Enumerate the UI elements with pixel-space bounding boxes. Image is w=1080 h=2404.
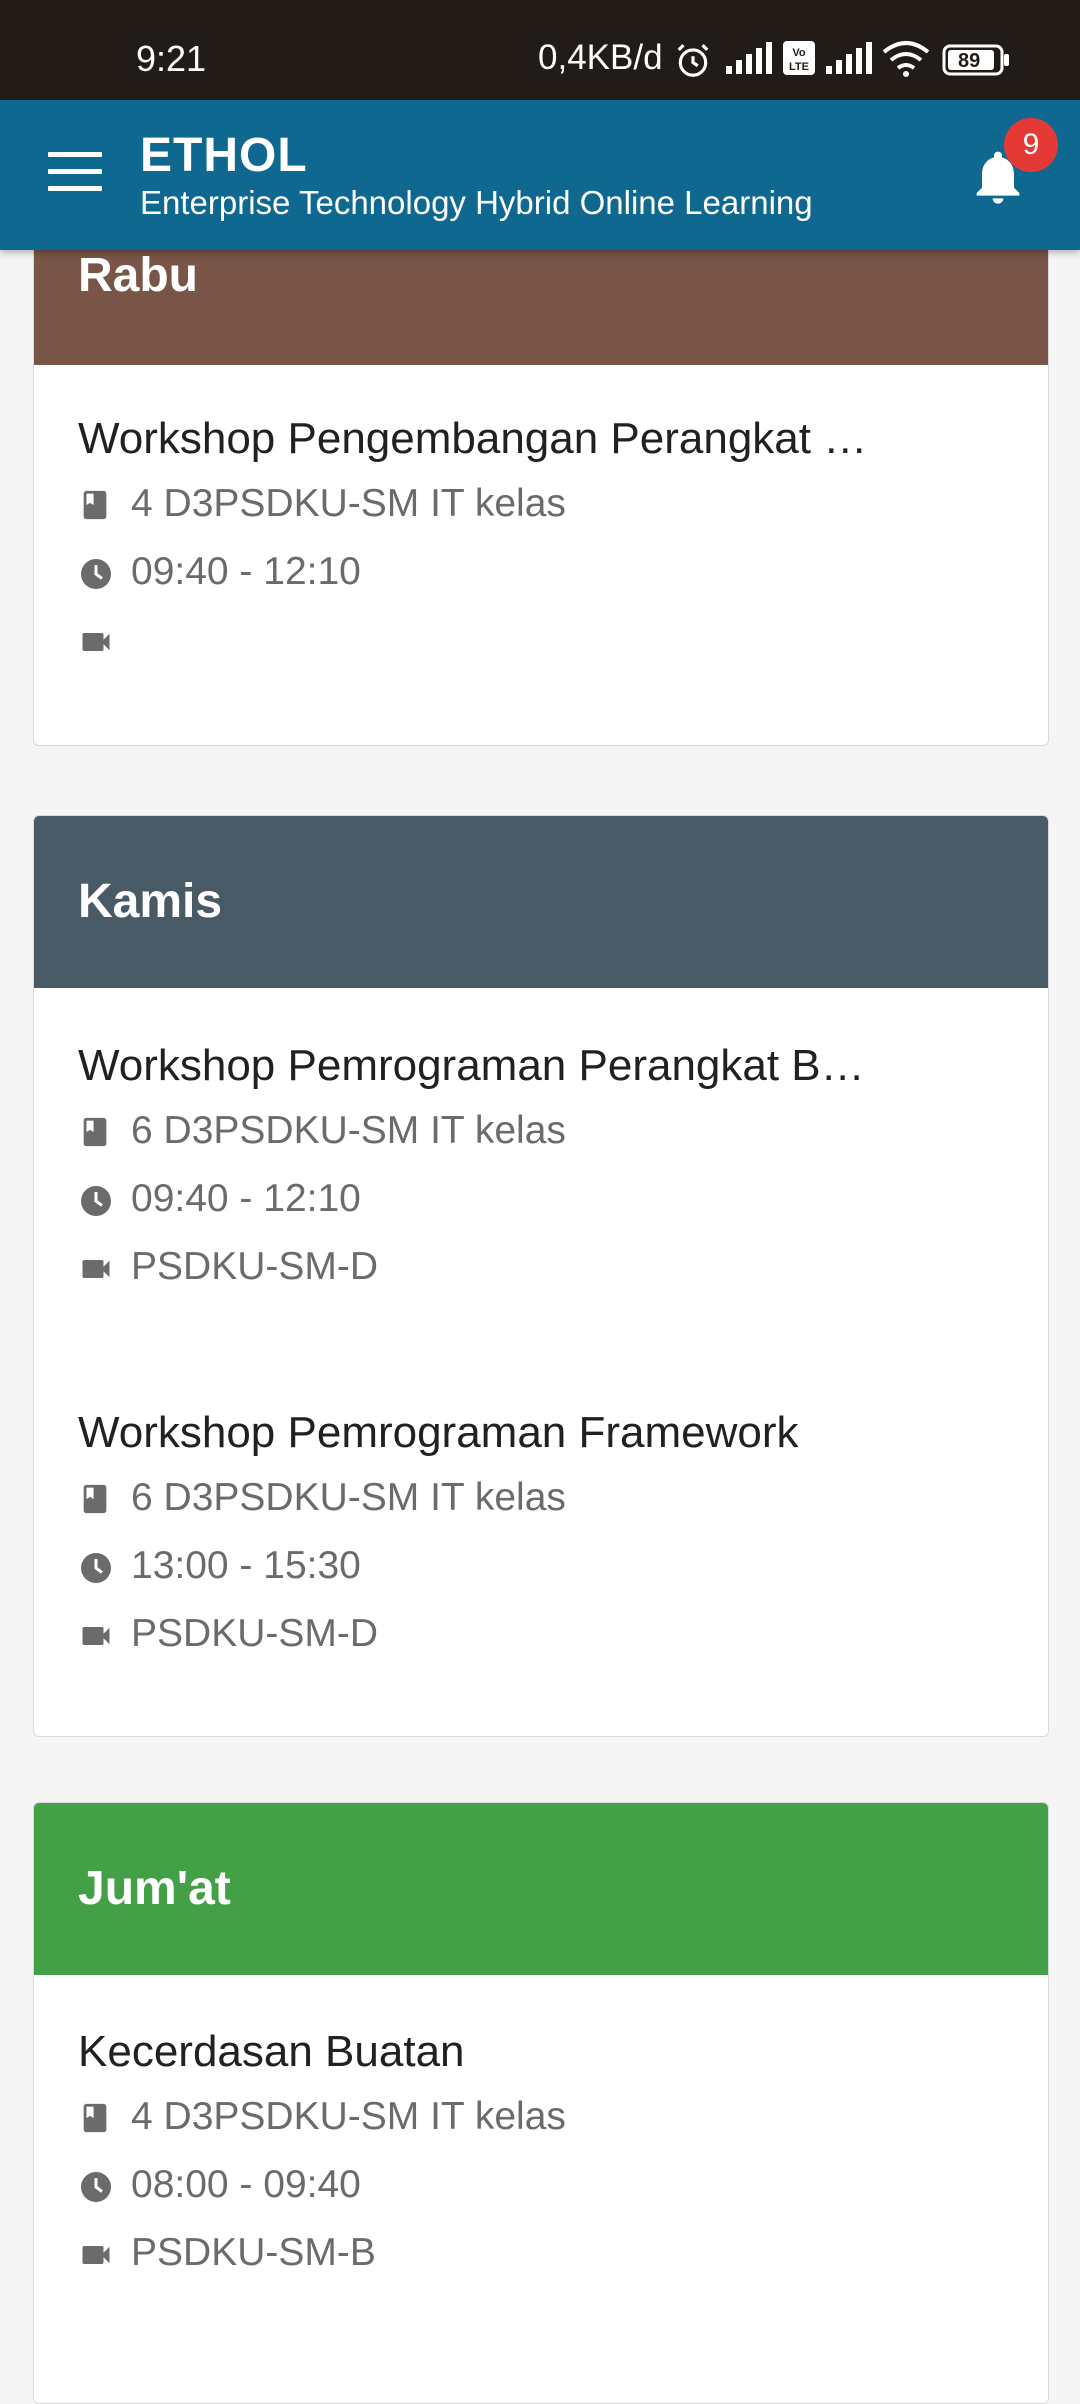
class-time: 13:00 - 15:30: [131, 1544, 361, 1587]
room-name: PSDKU-SM-D: [131, 1612, 379, 1655]
room-info: PSDKU-SM-D: [78, 1600, 1008, 1668]
time-info: 08:00 - 09:40: [78, 2151, 1008, 2219]
battery-level: 89: [958, 50, 981, 72]
day-label: Jum'at: [78, 1862, 231, 1915]
menu-button[interactable]: [48, 152, 102, 194]
day-header: Jum'at: [34, 1803, 1048, 1975]
book-icon: [83, 490, 107, 520]
notification-badge: 9: [1004, 118, 1058, 172]
day-card-rabu: Rabu Workshop Pengembangan Perangkat … 4…: [33, 190, 1049, 746]
volte-icon: Vo LTE: [783, 41, 815, 75]
day-header: Kamis: [34, 816, 1048, 988]
clock-icon: [81, 2172, 111, 2202]
class-info: 4 D3PSDKU-SM IT kelas: [78, 470, 1008, 538]
book-icon: [83, 1484, 107, 1514]
class-info: 4 D3PSDKU-SM IT kelas: [78, 2083, 1008, 2151]
network-speed: 0,4KB/d: [538, 38, 663, 77]
class-info: 6 D3PSDKU-SM IT kelas: [78, 1097, 1008, 1165]
alarm-icon: [677, 44, 709, 77]
app-subtitle: Enterprise Technology Hybrid Online Lear…: [140, 184, 813, 221]
course-name: Workshop Pemrograman Perangkat B…: [78, 1041, 865, 1090]
videocam-icon: [82, 1260, 110, 1278]
svg-text:LTE: LTE: [789, 61, 809, 73]
wifi-icon: [882, 41, 930, 77]
class-name: 6 D3PSDKU-SM IT kelas: [131, 1109, 566, 1152]
signal-icon: [726, 42, 772, 74]
class-entry[interactable]: Workshop Pemrograman Perangkat B… 6 D3PS…: [78, 1041, 1008, 1301]
signal-icon: [826, 42, 872, 74]
class-time: 09:40 - 12:10: [131, 1177, 361, 1220]
videocam-icon: [82, 633, 110, 651]
clock-icon: [81, 1553, 111, 1583]
hamburger-icon: [48, 152, 102, 157]
videocam-icon: [82, 2246, 110, 2264]
room-info: PSDKU-SM-B: [78, 2219, 1008, 2287]
day-card-kamis: Kamis Workshop Pemrograman Perangkat B… …: [33, 815, 1049, 1737]
hamburger-icon-line: [48, 186, 102, 191]
class-info: 6 D3PSDKU-SM IT kelas: [78, 1464, 1008, 1532]
day-label: Kamis: [78, 875, 223, 928]
class-entry[interactable]: Workshop Pengembangan Perangkat … 4 D3PS…: [78, 414, 1008, 674]
class-time: 09:40 - 12:10: [131, 550, 361, 593]
app-bar: ETHOL Enterprise Technology Hybrid Onlin…: [0, 100, 1080, 250]
day-label: Rabu: [78, 249, 198, 302]
course-name: Workshop Pengembangan Perangkat …: [78, 414, 868, 463]
class-time: 08:00 - 09:40: [131, 2163, 361, 2206]
videocam-icon: [82, 1627, 110, 1645]
room-info: PSDKU-SM-D: [78, 1233, 1008, 1301]
status-time: 9:21: [136, 38, 207, 79]
course-name: Kecerdasan Buatan: [78, 2027, 465, 2076]
status-bar: 9:21 0,4KB/d Vo LTE 89: [0, 0, 1080, 100]
day-card-jumat: Jum'at Kecerdasan Buatan 4 D3PSDKU-SM IT…: [33, 1802, 1049, 2404]
class-name: 4 D3PSDKU-SM IT kelas: [131, 2095, 566, 2138]
course-name: Workshop Pemrograman Framework: [78, 1408, 799, 1457]
time-info: 09:40 - 12:10: [78, 538, 1008, 606]
class-name: 4 D3PSDKU-SM IT kelas: [131, 482, 566, 525]
book-icon: [83, 2103, 107, 2133]
time-info: 09:40 - 12:10: [78, 1165, 1008, 1233]
book-icon: [83, 1117, 107, 1147]
room-info: [78, 606, 1008, 674]
clock-icon: [81, 1186, 111, 1216]
room-name: PSDKU-SM-D: [131, 1245, 379, 1288]
room-name: PSDKU-SM-B: [131, 2231, 376, 2274]
class-name: 6 D3PSDKU-SM IT kelas: [131, 1476, 566, 1519]
class-entry[interactable]: Workshop Pemrograman Framework 6 D3PSDKU…: [78, 1408, 1008, 1668]
clock-icon: [81, 559, 111, 589]
class-entry[interactable]: Kecerdasan Buatan 4 D3PSDKU-SM IT kelas …: [78, 2027, 1008, 2287]
hamburger-icon-line: [48, 169, 102, 174]
app-title: ETHOL: [140, 129, 308, 182]
svg-text:Vo: Vo: [792, 47, 806, 59]
time-info: 13:00 - 15:30: [78, 1532, 1008, 1600]
